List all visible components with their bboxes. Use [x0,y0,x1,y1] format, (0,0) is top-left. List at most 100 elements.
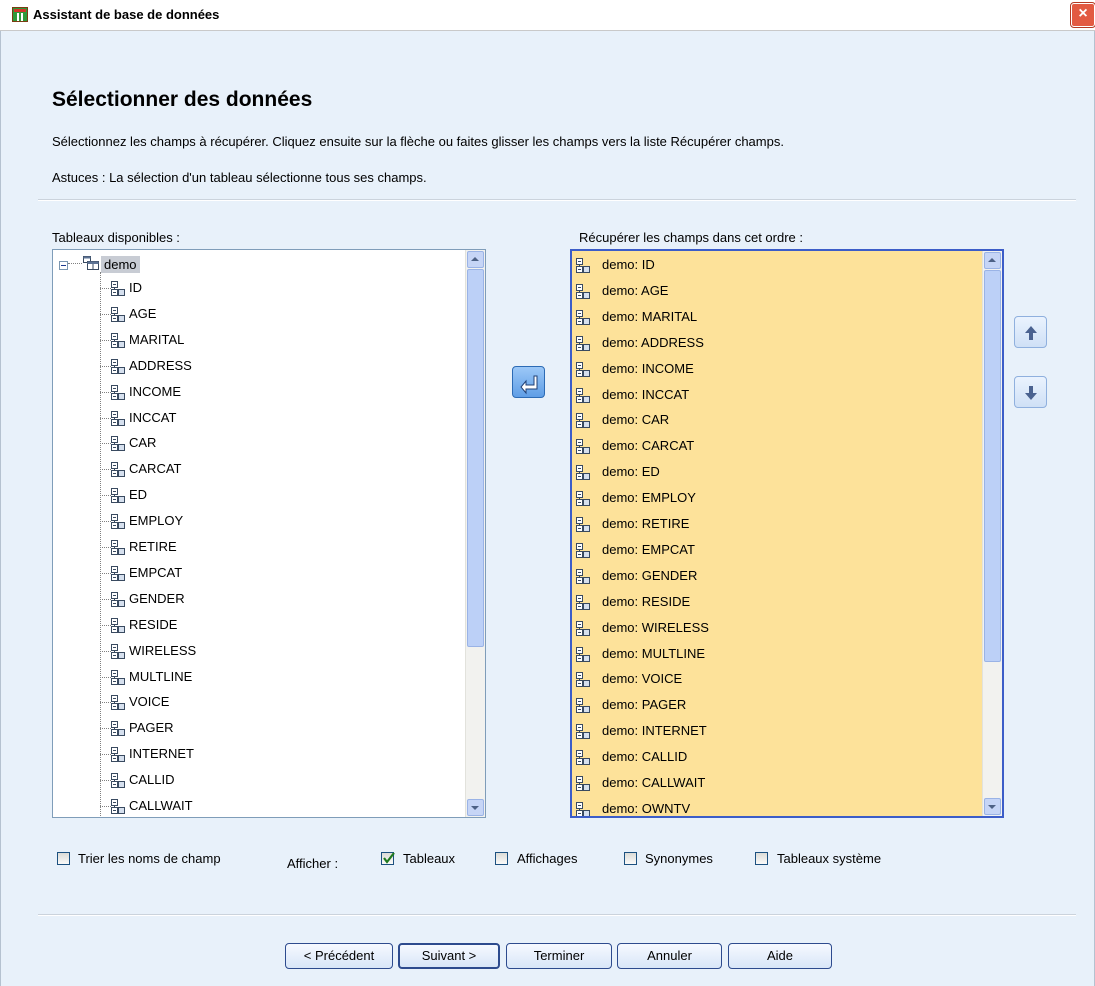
field-label: demo: PAGER [602,697,687,713]
tree-connector [100,313,111,315]
tree-connector [100,521,111,523]
checkbox-views[interactable] [495,852,508,865]
scroll-up-icon[interactable] [984,252,1001,269]
tip-text: Astuces : La sélection d'un tableau séle… [52,170,427,185]
checkbox-synonyms[interactable] [624,852,637,865]
field-icon [111,488,125,504]
field-label: CAR [129,435,157,451]
title-bar: Assistant de base de données × [0,0,1095,31]
field-label: ED [129,487,148,503]
tree-connector [100,780,111,782]
field-label: demo: AGE [602,282,669,298]
field-label: demo: CALLWAIT [602,775,706,790]
tree-connector [100,650,111,652]
field-label: demo: MULTLINE [602,645,706,661]
field-label: MULTLINE [129,668,193,684]
field-icon [576,646,590,662]
field-label: ADDRESS [129,357,192,373]
scroll-down-icon[interactable] [984,798,1001,815]
next-button[interactable]: Suivant > [398,943,500,969]
tree-connector [100,702,111,704]
tree-node-demo[interactable]: demo [53,253,453,273]
checkbox-views-label: Affichages [517,851,578,866]
field-label: CARCAT [129,461,182,477]
retrieve-fields-list[interactable]: demo: ID demo: AGE demo: MARITAL demo: ADDR… [570,249,1004,818]
field-label: RETIRE [129,539,177,554]
available-scrollbar[interactable] [465,250,485,817]
field-label: demo: EMPLOY [602,490,696,506]
field-label: demo: VOICE [602,671,683,687]
field-label: demo: ED [602,464,660,480]
tree-connector-line [100,272,101,817]
retrieve-list-rows: demo: ID demo: AGE demo: MARITAL demo: ADDR… [572,251,983,816]
scroll-up-icon[interactable] [467,251,484,268]
field-label: AGE [129,305,157,321]
help-button[interactable]: Aide [728,943,832,969]
tree-connector [100,728,111,730]
field-icon [576,542,590,558]
field-icon [111,721,125,737]
table-icon [83,256,99,270]
checkbox-tables[interactable] [381,852,395,865]
field-icon [576,258,590,273]
field-label: demo: OWNTV [602,800,691,816]
field-label: GENDER [129,590,185,606]
close-icon[interactable]: × [1070,2,1095,28]
cancel-button[interactable]: Annuler [617,943,722,969]
app-table-icon [12,7,28,22]
checkbox-synonyms-label: Synonymes [645,851,713,866]
scroll-thumb[interactable] [984,270,1001,662]
field-icon [111,384,125,400]
sort-field-names-checkbox[interactable] [57,852,70,865]
finish-button[interactable]: Terminer [506,943,612,969]
field-icon [576,568,590,584]
field-icon [576,776,590,791]
field-label: CALLID [129,772,175,788]
table-name-demo: demo [101,256,140,273]
field-icon [576,361,590,377]
field-label: demo: CARCAT [602,438,695,454]
move-down-button[interactable] [1014,376,1047,408]
field-label: CALLWAIT [129,798,193,813]
add-fields-button[interactable] [512,366,545,398]
bottom-separator [38,914,1076,916]
field-icon [111,695,125,711]
field-label: MARITAL [129,331,185,347]
field-icon [576,465,590,481]
field-icon [111,540,125,555]
tree-connector [100,598,111,600]
field-label: demo: WIRELESS [602,619,709,635]
tree-connector [100,754,111,756]
field-label: demo: CALLID [602,749,688,765]
sort-field-names-label: Trier les noms de champ [78,851,221,866]
field-icon [576,620,590,636]
tree-connector [100,443,111,445]
checkbox-system-tables-label: Tableaux système [777,851,882,866]
previous-button[interactable]: < Précédent [285,943,393,969]
field-label: demo: RESIDE [602,593,691,609]
field-icon [111,514,125,530]
field-icon [111,306,125,322]
scroll-thumb[interactable] [467,269,484,647]
field-icon [111,565,125,581]
retrieve-scrollbar[interactable] [982,251,1002,816]
field-icon [576,724,590,740]
arrow-left-icon [520,375,538,395]
available-tables-tree[interactable]: demo ID AGE MARITAL ADDRESS INCOME INCCAT CAR C… [52,249,486,818]
scroll-down-icon[interactable] [467,799,484,816]
move-up-button[interactable] [1014,316,1047,348]
arrow-down-icon [1025,386,1037,400]
collapse-icon[interactable] [59,261,68,270]
tree-connector [100,469,111,471]
field-icon [576,387,590,403]
field-label: INCCAT [129,409,177,425]
field-icon [111,799,125,814]
top-separator [38,199,1076,201]
field-icon [576,672,590,688]
available-tables-label: Tableaux disponibles : [52,230,180,245]
tree-connector [100,547,111,548]
field-icon [111,773,125,789]
checkbox-system-tables[interactable] [755,852,768,865]
field-icon [111,591,125,607]
field-icon [576,698,590,714]
